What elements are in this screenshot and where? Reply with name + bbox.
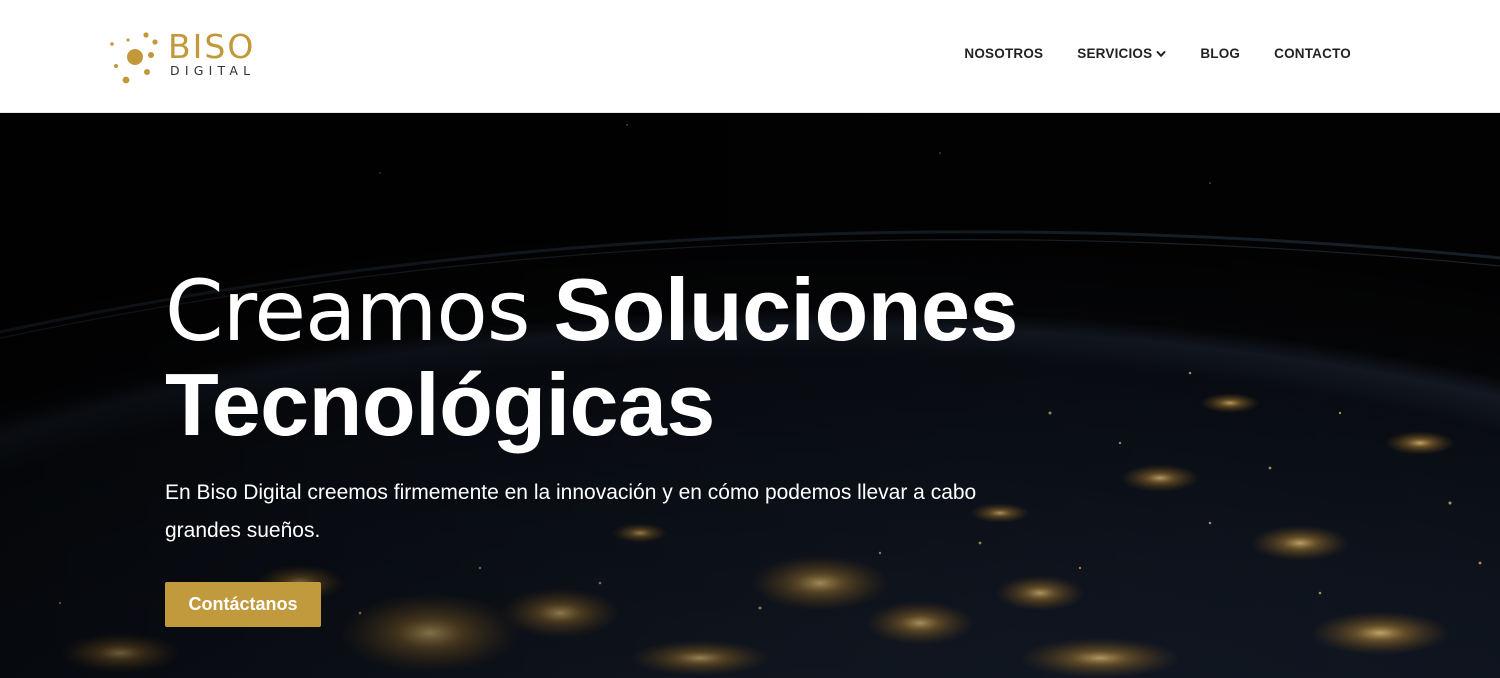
chevron-down-icon	[1156, 50, 1166, 57]
nav-item-contacto[interactable]: CONTACTO	[1274, 46, 1351, 61]
nav-item-blog[interactable]: BLOG	[1200, 46, 1240, 61]
brand-subname: DIGITAL	[170, 63, 256, 78]
nav-item-nosotros[interactable]: NOSOTROS	[964, 46, 1043, 61]
nav-item-label: NOSOTROS	[964, 46, 1044, 61]
hero-section: Creamos Soluciones Tecnológicas En Biso …	[0, 113, 1500, 678]
brand-name: BISO	[168, 27, 256, 66]
nav-item-label: SERVICIOS	[1077, 46, 1153, 61]
main-nav: NOSOTROS SERVICIOS BLOG CONTACTO	[964, 46, 1351, 61]
hero-title-light: Creamos	[165, 262, 530, 360]
hero-title: Creamos Soluciones Tecnológicas	[165, 263, 1065, 452]
brand-logo[interactable]: BISO DIGITAL	[106, 28, 286, 86]
nav-item-label: CONTACTO	[1274, 46, 1351, 61]
hero-title-bold-2: Tecnológicas	[165, 355, 715, 454]
nav-item-servicios[interactable]: SERVICIOS	[1077, 46, 1166, 61]
contact-cta-button[interactable]: Contáctanos	[165, 582, 321, 627]
nav-item-label: BLOG	[1200, 46, 1241, 61]
logo-dots-icon	[110, 32, 158, 84]
site-header: BISO DIGITAL NOSOTROS SERVICIOS BLOG CON…	[0, 0, 1500, 113]
hero-content: Creamos Soluciones Tecnológicas En Biso …	[165, 263, 1065, 550]
hero-title-bold-1: Soluciones	[553, 260, 1018, 359]
hero-description: En Biso Digital creemos firmemente en la…	[165, 481, 977, 542]
